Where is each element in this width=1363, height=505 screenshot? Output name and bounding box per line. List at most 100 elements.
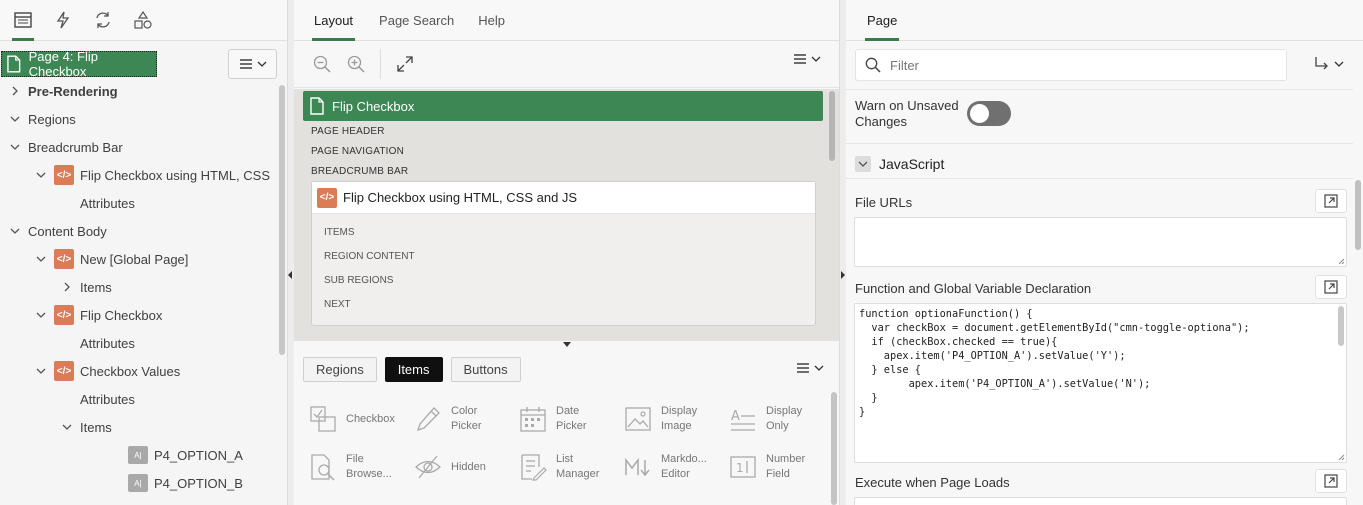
collapse-right-arrow[interactable] (841, 271, 845, 279)
gallery-item[interactable]: Hidden (399, 447, 504, 487)
page-node[interactable]: Page 4: Flip Checkbox (1, 49, 157, 79)
processing-tab[interactable] (90, 0, 116, 40)
tree-node[interactable]: Regions (0, 105, 277, 133)
twisty-expanded-icon[interactable] (34, 168, 48, 182)
function-code-textarea[interactable]: function optionaFunction() { var checkBo… (854, 303, 1347, 463)
twisty-expanded-icon[interactable] (60, 420, 74, 434)
gallery-item-label-line2: Editor (661, 468, 690, 480)
function-expand-button[interactable] (1315, 275, 1347, 299)
file-urls-expand-button[interactable] (1315, 189, 1347, 213)
page-header-bar[interactable]: Flip Checkbox (303, 91, 823, 121)
tree-node[interactable]: </> New [Global Page] (0, 245, 277, 273)
zoom-out-button[interactable] (312, 54, 332, 74)
twisty-collapsed-icon[interactable] (60, 280, 74, 294)
shared-components-tab[interactable] (130, 0, 156, 40)
twisty-collapsed-icon[interactable] (8, 84, 22, 98)
gallery-item[interactable]: 1 Number Field (714, 447, 819, 487)
slot-page-header[interactable]: PAGE HEADER (311, 126, 385, 137)
tree-node[interactable]: Content Body (0, 217, 277, 245)
page-item-icon: A| (128, 474, 148, 492)
canvas-scrollbar[interactable] (829, 91, 835, 161)
collapse-left-arrow[interactable] (288, 271, 292, 279)
region-slot-content[interactable]: REGION CONTENT (324, 251, 415, 262)
menu-icon (239, 59, 252, 69)
function-code[interactable]: function optionaFunction() { var checkBo… (855, 304, 1346, 422)
gallery-item[interactable]: Markdo... Editor (609, 447, 714, 487)
region-slot-sub-regions[interactable]: SUB REGIONS (324, 275, 393, 286)
gallery-item[interactable]: File Browse... (294, 447, 399, 487)
chevron-down-icon (814, 365, 824, 371)
filter-box[interactable]: Filter (855, 49, 1287, 81)
execute-on-load-textarea[interactable] (854, 497, 1347, 505)
tab-layout[interactable]: Layout (311, 0, 356, 41)
execute-expand-button[interactable] (1315, 469, 1347, 493)
region-code-icon: </> (54, 165, 74, 185)
gallery-item[interactable]: Color Picker (399, 399, 504, 439)
number-field-icon: 1 (728, 452, 758, 482)
warn-unsaved-toggle[interactable] (967, 101, 1011, 126)
collapse-chevron-icon[interactable] (855, 155, 871, 172)
twisty-expanded-icon[interactable] (34, 252, 48, 266)
tree-node[interactable]: A| P4_OPTION_B (0, 469, 277, 497)
gallery-menu-button[interactable] (796, 362, 824, 374)
gallery-item[interactable]: Checkbox (294, 399, 399, 439)
go-to-group-button[interactable] (1314, 56, 1344, 72)
twisty-expanded-icon[interactable] (8, 224, 22, 238)
tab-page[interactable]: Page (864, 0, 900, 41)
tree-node[interactable]: Attributes (0, 189, 277, 217)
tree-node[interactable]: Pre-Rendering (0, 77, 277, 105)
region-header[interactable]: </> Flip Checkbox using HTML, CSS and JS (312, 182, 815, 214)
twisty-expanded-icon[interactable] (34, 364, 48, 378)
gallery-item[interactable]: List Manager (504, 447, 609, 487)
slot-breadcrumb-bar[interactable]: BREADCRUMB BAR (311, 166, 408, 177)
region-slot-next[interactable]: NEXT (324, 299, 351, 310)
gallery-tab-regions[interactable]: Regions (303, 357, 377, 382)
gallery-item[interactable]: Display Image (609, 399, 714, 439)
zoom-in-button[interactable] (346, 54, 366, 74)
tree-node[interactable]: Items (0, 273, 277, 301)
twisty-expanded-icon[interactable] (8, 140, 22, 154)
gallery-tab-buttons[interactable]: Buttons (450, 357, 521, 382)
tree-node-label: P4_OPTION_B (154, 475, 243, 491)
file-urls-textarea[interactable] (854, 217, 1347, 267)
maximize-button[interactable] (395, 54, 415, 74)
region-box[interactable]: </> Flip Checkbox using HTML, CSS and JS… (311, 181, 816, 326)
tab-help[interactable]: Help (478, 0, 505, 40)
gallery-item-label-line1: Markdo... (661, 453, 707, 465)
gallery-item-label-line2: Field (766, 468, 790, 480)
resize-grip-icon[interactable] (1337, 257, 1345, 265)
javascript-section-header[interactable]: JavaScript (846, 149, 1353, 179)
collapse-gallery-arrow[interactable] (563, 342, 571, 347)
tree-node[interactable]: Breadcrumb Bar (0, 133, 277, 161)
gallery-item-label-line2: Picker (556, 420, 587, 432)
slot-page-navigation[interactable]: PAGE NAVIGATION (311, 146, 404, 157)
region-slot-items[interactable]: ITEMS (324, 227, 355, 238)
tree-node[interactable]: Items (0, 413, 277, 441)
layout-canvas[interactable]: Flip Checkbox PAGE HEADER PAGE NAVIGATIO… (294, 89, 839, 341)
gallery-item-label: Color Picker (451, 404, 482, 434)
tree-node[interactable]: </> Flip Checkbox using HTML, CSS (0, 161, 277, 189)
layout-toolbar (294, 41, 839, 88)
tree-scrollbar[interactable] (279, 85, 285, 355)
twisty-expanded-icon[interactable] (8, 112, 22, 126)
dynamic-actions-tab[interactable] (50, 0, 76, 40)
gallery-item-label-line1: Number (766, 453, 806, 465)
tree-node[interactable]: Attributes (0, 385, 277, 413)
resize-grip-icon[interactable] (1337, 453, 1345, 461)
twisty-expanded-icon[interactable] (34, 308, 48, 322)
rendering-tab[interactable] (10, 0, 36, 41)
code-scrollbar[interactable] (1338, 306, 1344, 346)
properties-scrollbar[interactable] (1355, 180, 1361, 250)
gallery-scrollbar[interactable] (831, 392, 837, 505)
tree-node[interactable]: </> Flip Checkbox (0, 301, 277, 329)
tree-node[interactable]: A| P4_OPTION_A (0, 441, 277, 469)
gallery-item[interactable]: A Display Only (714, 399, 819, 439)
tree-menu-button[interactable] (228, 49, 277, 79)
tree-node[interactable]: </> Checkbox Values (0, 357, 277, 385)
tab-page-search[interactable]: Page Search (379, 0, 454, 40)
gallery-item-label: List Manager (556, 452, 599, 482)
gallery-tab-items[interactable]: Items (384, 357, 443, 382)
gallery-item[interactable]: Date Picker (504, 399, 609, 439)
layout-menu-button[interactable] (793, 53, 821, 65)
tree-node[interactable]: Attributes (0, 329, 277, 357)
